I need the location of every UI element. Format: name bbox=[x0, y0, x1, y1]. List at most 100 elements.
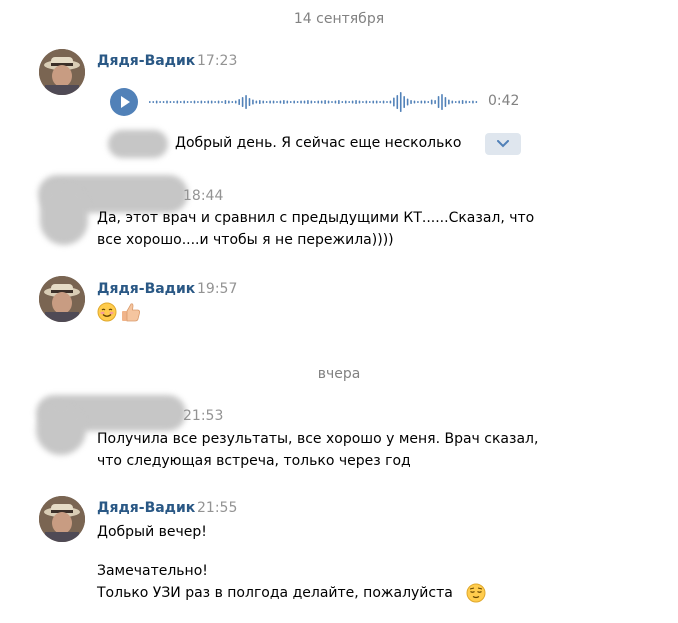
message-time[interactable]: 21:53 bbox=[183, 408, 223, 424]
waveform-bar bbox=[252, 99, 254, 105]
waveform-bar bbox=[217, 100, 220, 104]
waveform-bar bbox=[379, 101, 381, 103]
waveform-bar bbox=[448, 99, 450, 105]
avatar[interactable] bbox=[39, 276, 85, 322]
waveform-bar bbox=[358, 100, 361, 104]
waveform-bar bbox=[341, 101, 344, 103]
waveform-bar bbox=[320, 100, 323, 104]
waveform-bar bbox=[173, 101, 175, 103]
waveform-bar bbox=[234, 100, 237, 104]
message-text: Замечательно! bbox=[97, 563, 208, 579]
waveform-bar bbox=[248, 98, 251, 106]
author-name[interactable]: Дядя-Вадик bbox=[97, 500, 195, 516]
waveform-bar bbox=[430, 99, 433, 105]
message-time[interactable]: 21:55 bbox=[197, 500, 237, 516]
waveform-bar bbox=[372, 100, 375, 104]
waveform-bar bbox=[386, 101, 388, 103]
waveform-bar bbox=[331, 101, 333, 103]
waveform-bar bbox=[259, 100, 261, 104]
message-text-greeting: Добрый вечер! bbox=[97, 524, 207, 540]
waveform-bar bbox=[231, 101, 234, 103]
chevron-down-icon bbox=[497, 140, 509, 148]
date-separator: вчера bbox=[317, 366, 361, 382]
relieved-face-emoji bbox=[466, 583, 486, 603]
waveform-bar bbox=[417, 101, 419, 103]
expand-transcript-button[interactable] bbox=[485, 133, 521, 155]
redacted-avatar bbox=[36, 405, 86, 455]
thumbs-up-emoji bbox=[122, 303, 140, 322]
message-text: Только УЗИ раз в полгода делайте, пожалу… bbox=[97, 585, 453, 601]
waveform-bar bbox=[286, 100, 289, 104]
waveform-bar bbox=[210, 100, 213, 104]
waveform-bar bbox=[365, 100, 368, 104]
waveform-bar bbox=[465, 100, 467, 104]
smiling-face-emoji bbox=[97, 302, 117, 322]
waveform-bar bbox=[279, 100, 282, 104]
waveform-bar bbox=[410, 100, 412, 104]
waveform-bar bbox=[276, 101, 278, 103]
author-name[interactable]: Дядя-Вадик bbox=[97, 281, 195, 297]
waveform-bar bbox=[324, 100, 326, 104]
waveform-bar bbox=[186, 101, 189, 103]
waveform-bar bbox=[245, 95, 247, 109]
waveform-bar bbox=[389, 100, 392, 104]
waveform-bar bbox=[293, 100, 295, 104]
avatar[interactable] bbox=[39, 496, 85, 542]
waveform-bar bbox=[437, 96, 440, 108]
message-time[interactable]: 18:44 bbox=[183, 188, 223, 204]
waveform-bar bbox=[348, 101, 350, 103]
author-name[interactable]: Дядя-Вадик bbox=[97, 53, 195, 69]
waveform-bar bbox=[420, 100, 423, 104]
waveform-bar bbox=[396, 95, 399, 109]
play-icon[interactable] bbox=[110, 88, 138, 116]
waveform-bar bbox=[475, 101, 478, 103]
waveform-bar bbox=[221, 101, 223, 103]
waveform-bar bbox=[458, 100, 460, 104]
waveform-bar bbox=[307, 100, 309, 104]
waveform-bar bbox=[193, 100, 196, 104]
voice-waveform[interactable] bbox=[149, 88, 479, 116]
waveform-bar bbox=[149, 101, 151, 103]
waveform-bar bbox=[327, 100, 330, 104]
waveform-bar bbox=[262, 100, 265, 104]
waveform-bar bbox=[451, 100, 454, 104]
waveform-bar bbox=[162, 101, 165, 103]
waveform-bar bbox=[200, 100, 203, 104]
waveform-bar bbox=[265, 101, 268, 103]
waveform-bar bbox=[255, 100, 258, 104]
waveform-bar bbox=[468, 101, 471, 103]
waveform-bar bbox=[228, 100, 230, 104]
waveform-bar bbox=[434, 100, 436, 104]
waveform-bar bbox=[334, 100, 337, 104]
avatar[interactable] bbox=[39, 49, 85, 95]
waveform-bar bbox=[472, 100, 474, 104]
waveform-bar bbox=[159, 101, 161, 103]
waveform-bar bbox=[214, 101, 216, 103]
waveform-bar bbox=[427, 101, 430, 103]
waveform-bar bbox=[169, 101, 172, 103]
voice-transcript: Добрый день. Я сейчас еще несколько bbox=[175, 135, 462, 151]
waveform-bar bbox=[362, 101, 364, 103]
waveform-bar bbox=[375, 100, 378, 104]
waveform-bar bbox=[152, 101, 155, 103]
waveform-bar bbox=[283, 100, 285, 104]
waveform-bar bbox=[238, 99, 240, 105]
message-time[interactable]: 17:23 bbox=[197, 53, 237, 69]
waveform-bar bbox=[310, 100, 313, 104]
message-text: Да, этот врач и сравнил с предыдущими КТ… bbox=[97, 210, 535, 248]
redacted-block bbox=[108, 130, 168, 158]
waveform-bar bbox=[176, 100, 179, 104]
waveform-bar bbox=[338, 100, 340, 104]
waveform-bar bbox=[424, 100, 426, 104]
message-time[interactable]: 19:57 bbox=[197, 281, 237, 297]
voice-duration: 0:42 bbox=[488, 93, 520, 109]
waveform-bar bbox=[269, 100, 271, 104]
waveform-bar bbox=[241, 97, 244, 107]
waveform-bar bbox=[179, 101, 182, 103]
waveform-bar bbox=[272, 100, 275, 104]
waveform-bar bbox=[317, 100, 320, 104]
waveform-bar bbox=[403, 96, 405, 108]
waveform-bar bbox=[454, 101, 457, 103]
waveform-bar bbox=[190, 101, 192, 103]
date-separator: 14 сентября bbox=[293, 11, 385, 27]
